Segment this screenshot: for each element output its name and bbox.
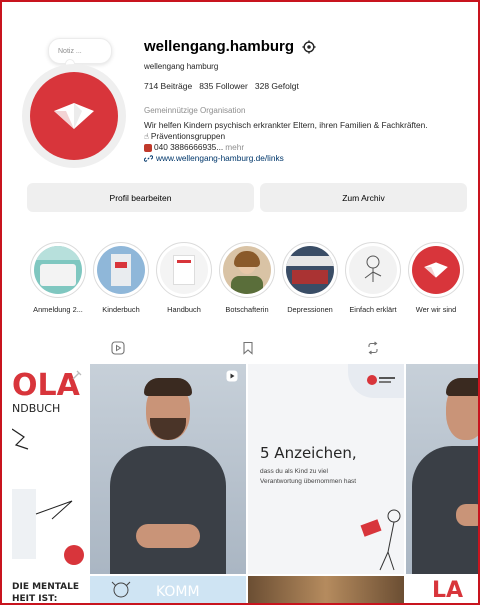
post-text-line: dass du als Kind zu viel — [260, 468, 328, 475]
profile-website-link[interactable]: www.wellengang-hamburg.de/links — [144, 153, 428, 164]
post-tile-video[interactable] — [406, 364, 480, 574]
highlight-kinderbuch[interactable]: Kinderbuch — [90, 242, 152, 314]
highlight-label: Einfach erklärt — [349, 305, 397, 314]
posts-count[interactable]: 714 Beiträge — [144, 81, 192, 91]
highlight-label: Handbuch — [167, 305, 201, 314]
highlight-label: Depressionen — [287, 305, 333, 314]
highlight-anmeldung[interactable]: Anmeldung 2... — [27, 242, 89, 314]
saved-icon[interactable] — [241, 341, 255, 355]
bio-line-text: Präventionsgruppen — [150, 131, 226, 141]
highlight-wer-wir-sind[interactable]: Wer wir sind — [405, 242, 467, 314]
post-heading: 5 Anzeichen, — [260, 444, 357, 462]
bio-line-phone: 040 3886666935... mehr — [144, 142, 428, 153]
post-text-line: Verantwortung übernommen hast — [260, 478, 357, 485]
edit-profile-button[interactable]: Profil bearbeiten — [27, 183, 254, 212]
tagged-icon[interactable] — [366, 341, 380, 355]
post-text: KOMM — [156, 584, 200, 600]
post-tile[interactable]: LA — [406, 576, 480, 605]
posts-grid: OLA NDBUCH 5 Anzeichen, dass du als Kind… — [12, 364, 480, 605]
website-text: www.wellengang-hamburg.de/links — [156, 153, 284, 163]
bio-line-groups: ☝ Präventionsgruppen — [144, 131, 428, 142]
telephone-icon — [144, 143, 152, 152]
profile-bio: Wir helfen Kindern psychisch erkrankter … — [144, 120, 428, 164]
brand-logo-icon — [367, 375, 395, 385]
post-subtitle: NDBUCH — [12, 402, 61, 415]
post-tile[interactable]: DIE MENTALE HEIT IST: — [12, 576, 87, 605]
username-row: wellengang.hamburg — [144, 38, 316, 55]
highlight-depressionen[interactable]: Depressionen — [279, 242, 341, 314]
highlight-ring — [156, 242, 212, 298]
highlight-label: Wer wir sind — [415, 305, 457, 314]
full-name: wellengang hamburg — [144, 62, 219, 71]
post-tile[interactable]: KOMM — [90, 576, 246, 605]
highlight-ring — [345, 242, 401, 298]
post-text-line: DIE MENTALE — [12, 582, 80, 592]
highlight-botschafterin[interactable]: Botschafterin — [216, 242, 278, 314]
hand-icon: ☝ — [144, 132, 149, 141]
highlight-handbuch[interactable]: Handbuch — [153, 242, 215, 314]
avatar[interactable] — [30, 72, 118, 160]
highlight-label: Kinderbuch — [102, 305, 140, 314]
post-text-line: HEIT IST: — [12, 594, 58, 604]
child-drawing-icon — [111, 581, 131, 598]
story-highlights: Anmeldung 2... Kinderbuch Handbuch Botsc… — [27, 242, 480, 322]
username: wellengang.hamburg — [144, 38, 295, 55]
profile-category: Gemeinnützige Organisation — [144, 106, 246, 115]
post-tile[interactable] — [248, 576, 404, 605]
highlight-ring — [282, 242, 338, 298]
paper-boat-icon — [424, 262, 448, 278]
highlight-image — [160, 246, 208, 294]
paper-boat-logo-icon — [54, 103, 94, 129]
bio-line: Wir helfen Kindern psychisch erkrankter … — [144, 120, 428, 130]
reels-icon[interactable] — [111, 341, 125, 355]
highlight-einfach-erklaert[interactable]: Einfach erklärt — [342, 242, 404, 314]
reel-badge-icon — [226, 370, 238, 382]
highlight-image — [286, 246, 334, 294]
post-text: LA — [432, 578, 464, 603]
bio-more-link[interactable]: mehr — [225, 142, 244, 153]
highlight-ring — [219, 242, 275, 298]
note-bubble[interactable]: Notiz ... — [48, 38, 112, 69]
highlight-image — [223, 246, 271, 294]
settings-gear-icon[interactable] — [302, 39, 316, 54]
highlight-label: Botschafterin — [225, 305, 269, 314]
post-tile[interactable]: OLA NDBUCH — [12, 364, 87, 574]
post-tile-video[interactable] — [90, 364, 246, 574]
highlight-image — [97, 246, 145, 294]
highlight-ring — [93, 242, 149, 298]
link-icon — [144, 155, 153, 162]
highlight-ring — [408, 242, 464, 298]
profile-stats: 714 Beiträge 835 Follower 328 Gefolgt — [144, 81, 299, 91]
following-count[interactable]: 328 Gefolgt — [255, 81, 299, 91]
highlight-image — [349, 246, 397, 294]
profile-avatar-area[interactable]: Notiz ... — [22, 38, 130, 168]
pin-icon — [72, 370, 82, 380]
highlight-image — [34, 246, 82, 294]
archive-button[interactable]: Zum Archiv — [260, 183, 467, 212]
bio-phone-text: 040 3886666935... — [154, 142, 224, 152]
followers-count[interactable]: 835 Follower — [199, 81, 248, 91]
drawing-illustration-icon — [12, 428, 84, 565]
post-tile[interactable]: 5 Anzeichen, dass du als Kind zu viel Ve… — [248, 364, 404, 574]
highlight-ring — [30, 242, 86, 298]
highlight-image — [412, 246, 460, 294]
highlight-label: Anmeldung 2... — [33, 305, 83, 314]
stick-figure-icon — [360, 509, 401, 571]
